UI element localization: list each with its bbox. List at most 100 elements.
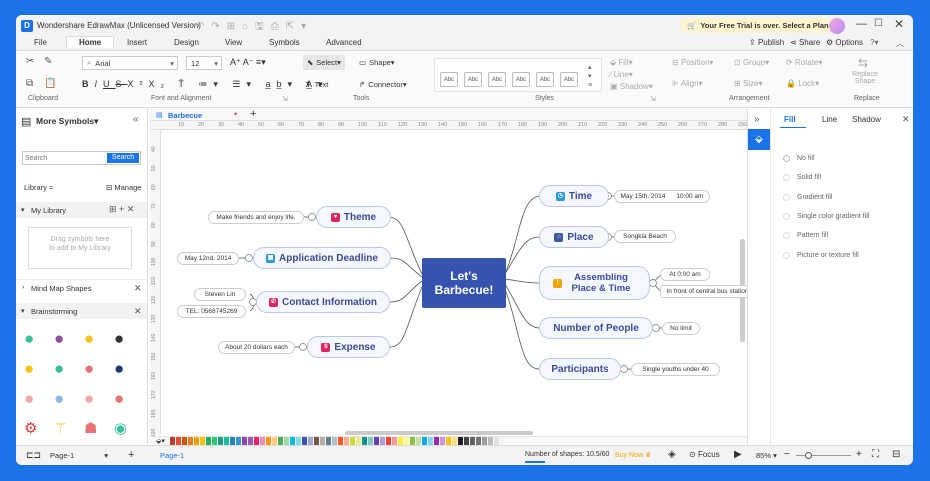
zoom-level[interactable]: 85% ▾ <box>756 451 777 460</box>
close-button[interactable]: ✕ <box>894 17 904 31</box>
fill-tool-icon[interactable]: ⬙ <box>748 129 770 150</box>
text-format-buttons[interactable]: BIUSX²X₂ T̄ ≔▾ ☰▾ a̲b̲▾ A̲▾ <box>82 79 329 90</box>
search-input[interactable] <box>25 153 105 163</box>
my-library-header[interactable]: ▾ My Library ⊞ + ✕ <box>16 202 147 218</box>
shadow-button[interactable]: ▣ Shadow▾ <box>610 82 653 91</box>
topic-participants[interactable]: Participants <box>539 358 621 380</box>
tab-line[interactable]: Line <box>822 115 837 124</box>
focus-button[interactable]: ⊙ Focus <box>689 450 720 459</box>
tab-fill[interactable]: Fill <box>784 115 796 124</box>
play-icon[interactable]: ▶ <box>734 449 742 460</box>
detail-place[interactable]: Songkla Beach <box>614 230 676 243</box>
fit-page-icon[interactable]: ⛶ <box>872 449 879 460</box>
my-library-actions-icon[interactable]: ⊞ + ✕ <box>109 204 134 215</box>
buy-now-link[interactable]: Buy Now ♛ <box>615 451 651 459</box>
avatar[interactable] <box>829 18 845 34</box>
page-layout-icon[interactable]: ⊏⊐ <box>26 450 41 461</box>
group-button[interactable]: ⊡ Group▾ <box>734 58 769 67</box>
style-preset[interactable]: Abc <box>512 72 530 87</box>
font-dialog-launcher-icon[interactable]: ⇲ <box>282 95 288 103</box>
detail-number[interactable]: No limit <box>662 322 700 335</box>
collapse-handle[interactable] <box>299 343 307 351</box>
detail-participants[interactable]: Single youths under 40 <box>631 363 720 376</box>
layers-icon[interactable]: ◈ <box>668 449 676 460</box>
expand-panel-icon[interactable]: » <box>754 114 760 125</box>
connector-tool-button[interactable]: ↱ Connector ▾ <box>359 77 407 92</box>
style-preset[interactable]: Abc <box>560 72 578 87</box>
brain-light-icon[interactable]: ● <box>84 389 94 409</box>
increase-font-icon[interactable]: A⁺ A⁻ ≡▾ <box>230 57 266 68</box>
option-gradient-fill[interactable]: Gradient fill <box>783 194 832 201</box>
collapse-panel-icon[interactable]: « <box>133 114 139 125</box>
manage-button[interactable]: ⊟ Manage <box>106 183 141 192</box>
topic-place[interactable]: ⌂ Place <box>539 226 609 248</box>
close-icon[interactable]: ✕ <box>134 306 142 317</box>
tab-view[interactable]: View <box>225 38 242 47</box>
shape-tool-button[interactable]: ▭ Shape ▾ <box>359 55 395 70</box>
position-button[interactable]: ⊟ Position▾ <box>672 58 713 67</box>
topic-contact-information[interactable]: ✆ Contact Information <box>256 291 390 313</box>
size-button[interactable]: ⊞ Size▾ <box>734 79 763 88</box>
topic-number-of-people[interactable]: Number of People <box>539 317 653 339</box>
tab-home[interactable]: Home <box>66 36 115 48</box>
topic-expense[interactable]: $ Expense <box>307 336 390 358</box>
detail-time[interactable]: May 15th, 2014 10:00 am <box>614 190 710 203</box>
collapse-ribbon-icon[interactable]: ︿ <box>896 38 904 49</box>
style-preset[interactable]: Abc <box>464 72 482 87</box>
wand-icon[interactable]: ⚚ <box>54 419 67 437</box>
head-thought-icon[interactable]: ● <box>84 359 94 379</box>
align-button[interactable]: ⊫ Align▾ <box>672 79 703 88</box>
library-label[interactable]: Library ≈ <box>24 183 53 192</box>
tab-file[interactable]: File <box>34 38 47 47</box>
topic-time[interactable]: ◷ Time <box>539 185 609 207</box>
detail-contact-name[interactable]: Steven Lin <box>194 288 246 301</box>
detail-contact-phone[interactable]: TEL: 0568745269 <box>177 305 246 318</box>
zoom-in-button[interactable]: + <box>856 449 862 460</box>
gallery-scroll-icon[interactable]: ▴ ▾ ≡ <box>588 63 592 90</box>
gears-icon[interactable]: ⚙ <box>24 419 37 437</box>
brain-color-icon[interactable]: ● <box>114 389 124 409</box>
eye-icon[interactable]: ◉ <box>114 419 127 437</box>
detail-expense[interactable]: About 20 dollars each <box>218 341 295 354</box>
detail-assembling-place[interactable]: In front of central bus station <box>660 285 755 298</box>
fullscreen-icon[interactable]: ⊟ <box>892 449 900 460</box>
tab-shadow[interactable]: Shadow <box>852 115 881 124</box>
minimize-button[interactable]: — <box>856 18 867 30</box>
zoom-out-button[interactable]: − <box>784 449 790 460</box>
paste-icon[interactable]: 📋 <box>44 78 56 89</box>
font-size-select[interactable]: 12 ▾ <box>186 56 222 70</box>
format-painter-icon[interactable]: ✎ <box>44 56 52 67</box>
search-button[interactable]: Search <box>107 153 139 163</box>
maximize-button[interactable]: ☐ <box>874 18 883 29</box>
collapse-handle[interactable] <box>308 213 316 221</box>
brain-blue-icon[interactable]: ● <box>54 389 64 409</box>
collapse-handle[interactable] <box>652 324 660 332</box>
tab-insert[interactable]: Insert <box>127 38 147 47</box>
topic-application-deadline[interactable]: ▦ Application Deadline <box>253 247 391 269</box>
add-page-button[interactable]: + <box>128 449 134 461</box>
font-family-select[interactable]: ⌕ Arial ▾ <box>82 56 178 70</box>
panel-title[interactable]: More Symbols▾ <box>36 116 98 127</box>
mind-map-shapes-header[interactable]: › Mind Map Shapes ✕ <box>16 279 147 295</box>
tab-design[interactable]: Design <box>174 38 199 47</box>
brainstorming-header[interactable]: ▾ Brainstorming ✕ <box>16 303 147 319</box>
zoom-slider-thumb[interactable] <box>805 452 812 459</box>
fill-button[interactable]: ⬙ Fill▾ <box>610 58 633 67</box>
detail-deadline[interactable]: May 12nd, 2014 <box>177 252 239 265</box>
select-tool-button[interactable]: ⬉ Select ▾ <box>303 55 345 70</box>
rotate-button[interactable]: ⟳ Rotate▾ <box>786 58 823 67</box>
quick-access-toolbar[interactable]: ↶↷⊞⌂🖫⎙⇱▾ <box>196 19 313 36</box>
topic-assembling[interactable]: ! Assembling Place & Time <box>539 266 650 300</box>
close-icon[interactable]: ✕ <box>902 114 910 125</box>
collapse-handle[interactable] <box>245 254 253 262</box>
options-button[interactable]: ⚙ Options <box>826 38 863 47</box>
page-select[interactable]: Page-1 ▾ <box>50 451 108 460</box>
tab-symbols[interactable]: Symbols <box>269 38 300 47</box>
lock-button[interactable]: 🔒 Lock▾ <box>786 79 819 88</box>
option-no-fill[interactable]: No fill <box>783 155 815 162</box>
topic-theme[interactable]: ♥ Theme <box>316 206 391 228</box>
copy-icon[interactable]: ⧉ <box>26 78 33 89</box>
team-icon[interactable]: ☗ <box>84 419 97 437</box>
option-pattern-fill[interactable]: Pattern fill <box>783 232 828 239</box>
replace-shape-button[interactable]: Replace Shape <box>850 71 880 85</box>
